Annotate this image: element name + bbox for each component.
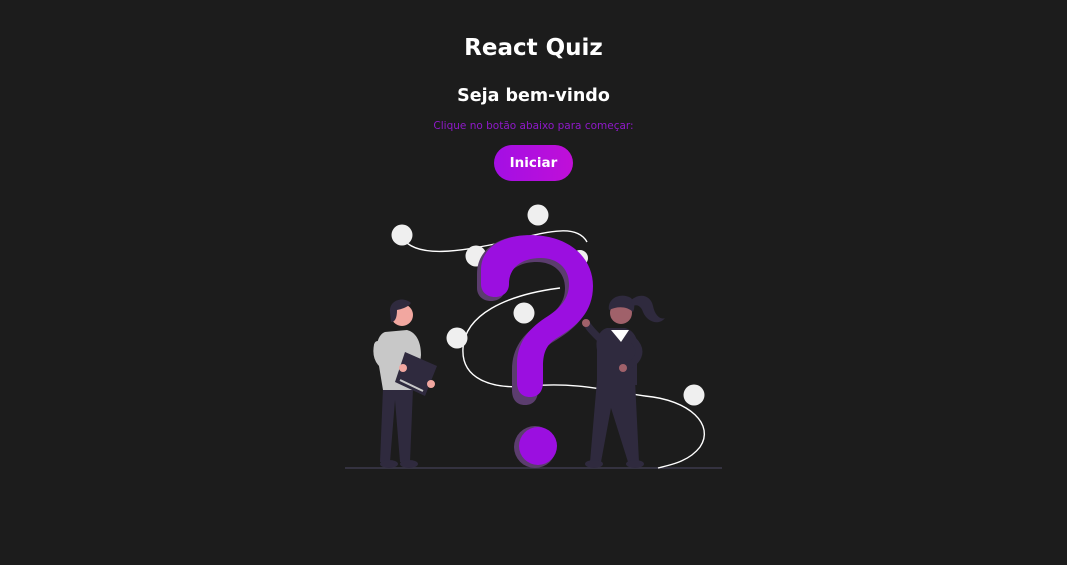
app-title: React Quiz <box>464 35 603 61</box>
dot <box>513 302 535 324</box>
quiz-app: React Quiz Seja bem-vindo Clique no botã… <box>0 0 1067 565</box>
man-figure <box>373 299 437 468</box>
welcome-heading: Seja bem-vindo <box>457 86 610 106</box>
question-mark-illustration <box>345 204 722 469</box>
dot <box>446 327 468 349</box>
dot <box>391 224 413 246</box>
woman-figure <box>582 295 665 468</box>
question-mark-dot <box>519 427 557 465</box>
dot <box>527 204 549 226</box>
curve-line-right <box>644 395 706 469</box>
start-instruction: Clique no botão abaixo para começar: <box>433 120 634 132</box>
dot <box>683 384 705 406</box>
start-quiz-button[interactable]: Iniciar <box>494 145 573 181</box>
